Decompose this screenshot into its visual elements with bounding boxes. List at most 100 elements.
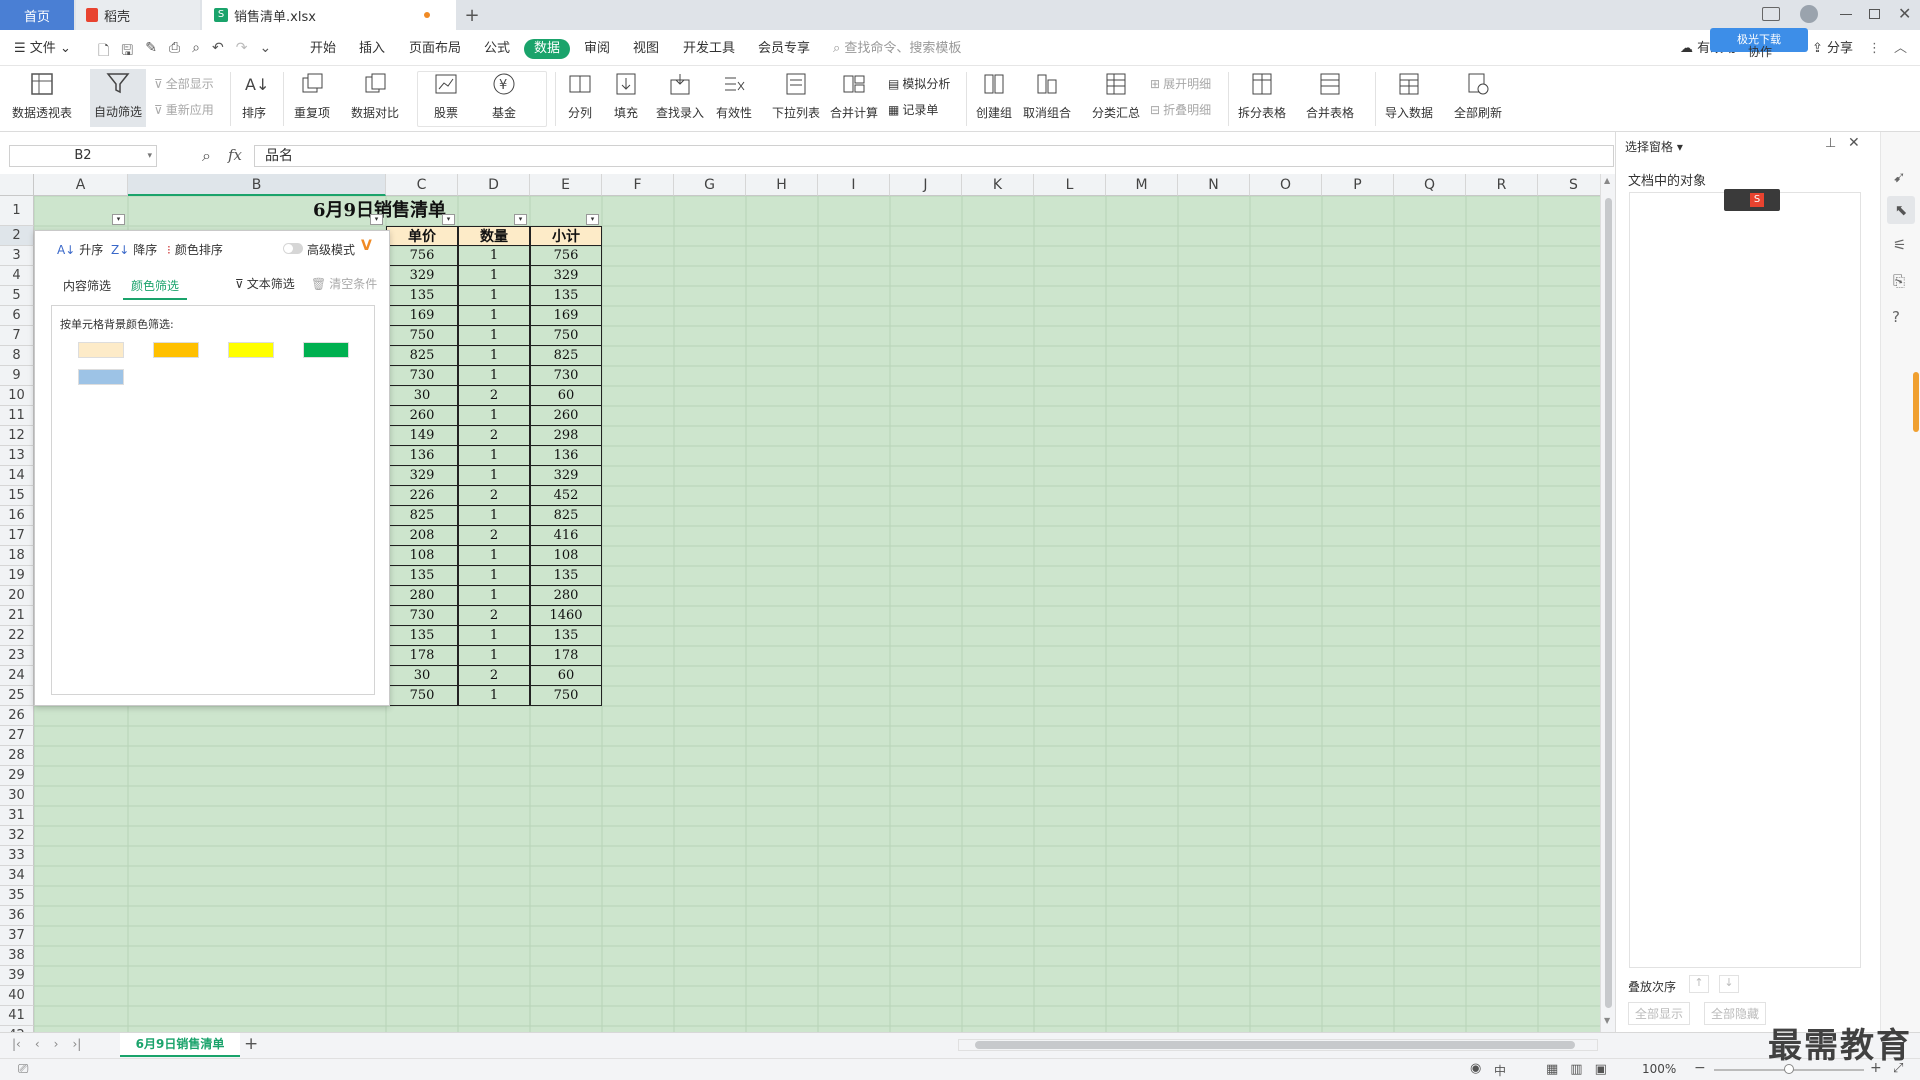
column-header-E[interactable]: E (530, 174, 602, 196)
duplicates-button[interactable]: 重复项 (294, 70, 330, 121)
normal-view-icon[interactable]: ▦ (1546, 1062, 1558, 1077)
data-cell[interactable]: 108 (386, 546, 458, 566)
column-header-O[interactable]: O (1250, 174, 1322, 196)
fx-icon[interactable]: fx (228, 146, 242, 164)
pane-close-icon[interactable]: ✕ (1848, 135, 1860, 151)
merge-table-button[interactable]: 合并表格 (1306, 70, 1354, 121)
row-header-41[interactable]: 41 (0, 1006, 34, 1026)
filter-dropdown-button[interactable]: ▾ (514, 214, 527, 225)
rocket-icon[interactable]: ➹ (1893, 168, 1906, 186)
row-header-8[interactable]: 8 (0, 346, 34, 366)
last-sheet-icon[interactable]: ›| (72, 1037, 81, 1051)
share-button[interactable]: ⇪ 分享 (1812, 39, 1853, 59)
data-cell[interactable]: 178 (386, 646, 458, 666)
row-header-29[interactable]: 29 (0, 766, 34, 786)
column-header-P[interactable]: P (1322, 174, 1394, 196)
formula-input[interactable]: 品名 (254, 145, 1614, 167)
merge-calc-button[interactable]: 合并计算 (830, 70, 878, 121)
filter-dropdown-button[interactable]: ▾ (112, 214, 125, 225)
row-header-38[interactable]: 38 (0, 946, 34, 966)
data-cell[interactable]: 30 (386, 386, 458, 406)
row-header-18[interactable]: 18 (0, 546, 34, 566)
data-cell[interactable]: 169 (530, 306, 602, 326)
color-swatch[interactable] (228, 342, 274, 358)
data-cell[interactable]: 416 (530, 526, 602, 546)
data-cell[interactable]: 1 (458, 506, 530, 526)
data-cell[interactable]: 30 (386, 666, 458, 686)
data-cell[interactable]: 730 (386, 366, 458, 386)
data-cell[interactable]: 280 (386, 586, 458, 606)
select-all-corner[interactable] (0, 174, 34, 196)
search-box[interactable]: ⌕ 查找命令、搜索模板 (833, 39, 961, 59)
scroll-down-icon[interactable]: ▼ (1604, 1016, 1610, 1025)
split-table-button[interactable]: 拆分表格 (1238, 70, 1286, 121)
data-cell[interactable]: 2 (458, 606, 530, 626)
zoom-slider[interactable] (1714, 1064, 1864, 1074)
row-header-26[interactable]: 26 (0, 706, 34, 726)
ime-toolbar[interactable]: S (1724, 189, 1780, 211)
subtotal-button[interactable]: 分类汇总 (1092, 70, 1140, 121)
more-icon[interactable]: ⌄ (259, 40, 271, 64)
column-heading-cell[interactable]: 小计 (530, 226, 602, 246)
tab-home[interactable]: 首页 (0, 0, 74, 30)
split-button[interactable]: 分列 (566, 70, 594, 121)
autofilter-button[interactable]: 自动筛选 (90, 69, 147, 127)
dropdown-list-button[interactable]: 下拉列表 (772, 70, 820, 121)
tab-daoke[interactable]: 稻壳 (76, 0, 200, 30)
vertical-scrollbar[interactable]: ▲ ▼ (1600, 174, 1615, 1032)
sort-asc-button[interactable]: A↓ 升序 (57, 241, 103, 258)
menu-member[interactable]: 会员专享 (758, 39, 810, 59)
horizontal-scrollbar[interactable] (958, 1039, 1598, 1051)
collapse-ribbon-icon[interactable]: ︿ (1894, 39, 1907, 59)
column-heading-cell[interactable]: 数量 (458, 226, 530, 246)
new-tab-button[interactable]: + (462, 0, 482, 30)
scroll-up-icon[interactable]: ▲ (1604, 176, 1610, 185)
data-cell[interactable]: 756 (530, 246, 602, 266)
data-cell[interactable]: 260 (386, 406, 458, 426)
object-list[interactable]: S (1629, 189, 1861, 968)
filter-dropdown-button[interactable]: ▾ (586, 214, 599, 225)
data-cell[interactable]: 169 (386, 306, 458, 326)
data-cell[interactable]: 1 (458, 446, 530, 466)
row-header-14[interactable]: 14 (0, 466, 34, 486)
row-header-21[interactable]: 21 (0, 606, 34, 626)
save-icon[interactable]: 🖫 (121, 40, 133, 64)
reading-view-icon[interactable]: ▣ (1595, 1062, 1607, 1077)
eye-protect-icon[interactable]: ◉ (1470, 1061, 1481, 1076)
data-cell[interactable]: 280 (530, 586, 602, 606)
tab-content-filter[interactable]: 内容筛选 (63, 277, 111, 294)
select-cursor-icon[interactable]: ⬉ (1887, 196, 1915, 224)
preview-icon[interactable]: ⌕ (192, 40, 200, 64)
row-header-36[interactable]: 36 (0, 906, 34, 926)
data-cell[interactable]: 825 (386, 346, 458, 366)
data-cell[interactable]: 329 (530, 466, 602, 486)
column-header-G[interactable]: G (674, 174, 746, 196)
menu-formula[interactable]: 公式 (484, 39, 510, 59)
row-header-4[interactable]: 4 (0, 266, 34, 286)
data-cell[interactable]: 2 (458, 666, 530, 686)
row-header-17[interactable]: 17 (0, 526, 34, 546)
row-header-27[interactable]: 27 (0, 726, 34, 746)
data-cell[interactable]: 750 (530, 686, 602, 706)
data-cell[interactable]: 452 (530, 486, 602, 506)
zoom-formula-icon[interactable]: ⌕ (202, 146, 211, 166)
row-header-6[interactable]: 6 (0, 306, 34, 326)
data-cell[interactable]: 2 (458, 386, 530, 406)
data-cell[interactable]: 208 (386, 526, 458, 546)
row-header-39[interactable]: 39 (0, 966, 34, 986)
column-header-H[interactable]: H (746, 174, 818, 196)
sort-desc-button[interactable]: Z↓ 降序 (111, 241, 157, 258)
color-swatch[interactable] (78, 369, 124, 385)
tab-color-filter[interactable]: 颜色筛选 (123, 275, 188, 300)
macro-record-icon[interactable]: ⎚ (18, 1062, 28, 1077)
column-header-A[interactable]: A (34, 174, 128, 196)
input-lang[interactable]: 中 (1494, 1062, 1506, 1079)
collab-button[interactable]: 协作 (1748, 42, 1772, 62)
data-cell[interactable]: 825 (530, 506, 602, 526)
hide-all-objects-button[interactable]: 全部隐藏 (1704, 1002, 1767, 1025)
vertical-scroll-thumb[interactable] (1605, 198, 1612, 1008)
first-sheet-icon[interactable]: |‹ (12, 1037, 21, 1051)
row-header-23[interactable]: 23 (0, 646, 34, 666)
row-header-31[interactable]: 31 (0, 806, 34, 826)
color-swatch[interactable] (153, 342, 199, 358)
